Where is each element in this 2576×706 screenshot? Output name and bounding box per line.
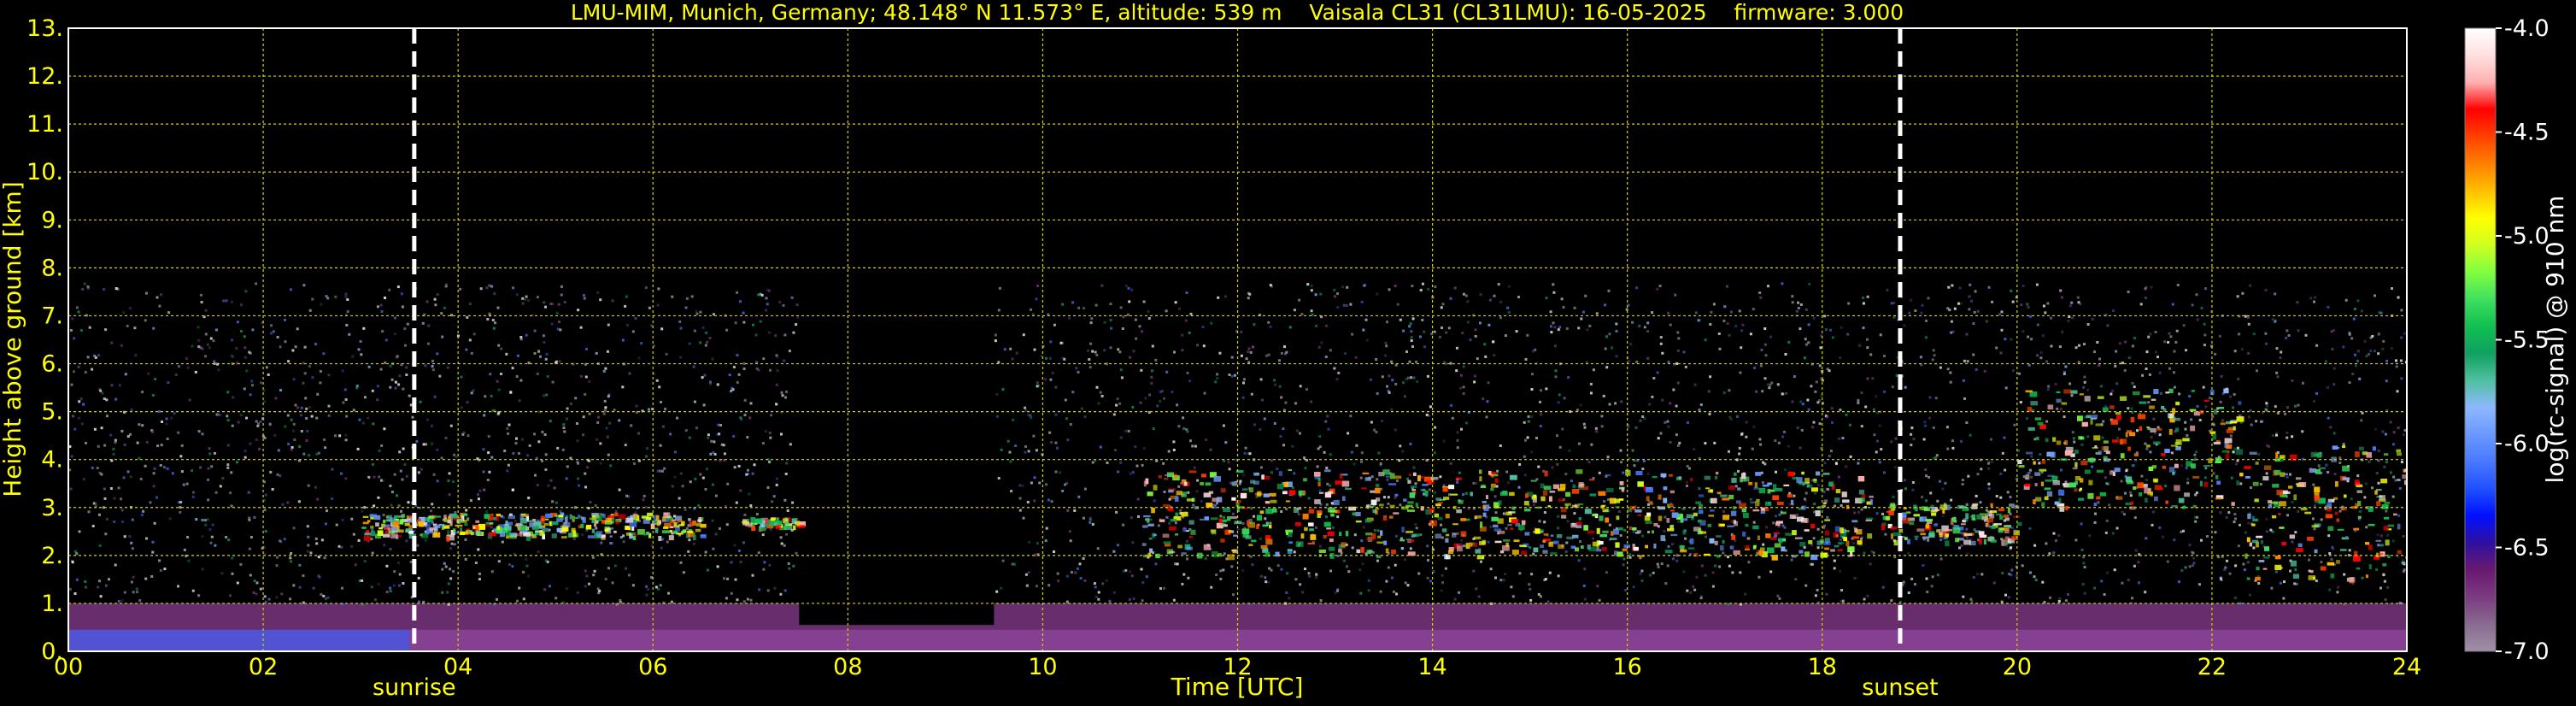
x-tick-label: 14 xyxy=(1417,654,1446,680)
x-tick-label: 04 xyxy=(443,654,472,680)
colorbar-tick-label: -4.5 xyxy=(2504,120,2550,146)
y-tick-label: 6. xyxy=(41,351,63,378)
y-tick-label: 5. xyxy=(41,399,63,426)
x-tick-label: 08 xyxy=(833,654,862,680)
y-tick-label: 9. xyxy=(41,207,63,233)
y-tick-label: 11. xyxy=(26,111,63,138)
ceilometer-chart: LMU-MIM, Munich, Germany; 48.148° N 11.5… xyxy=(0,0,2569,701)
x-tick-label: 20 xyxy=(2003,654,2032,680)
y-tick-label: 7. xyxy=(41,303,63,329)
y-tick-label: 0. xyxy=(41,638,63,665)
y-tick-label: 1. xyxy=(41,591,63,617)
data-gap xyxy=(799,28,995,626)
y-tick-label: 8. xyxy=(41,255,63,281)
y-tick-label: 4. xyxy=(41,447,63,474)
colorbar-tick-label: -4.0 xyxy=(2504,15,2550,42)
colorbar-tick-label: -7.0 xyxy=(2504,638,2550,665)
y-tick-label: 13. xyxy=(26,15,63,42)
event-label: sunset xyxy=(1862,674,1939,701)
x-tick-label: 16 xyxy=(1612,654,1641,680)
y-axis-label: Height above ground [km] xyxy=(0,181,26,497)
colorbar-tick-label: -6.5 xyxy=(2504,535,2550,562)
x-tick-label: 02 xyxy=(249,654,278,680)
y-tick-label: 12. xyxy=(26,63,63,90)
x-tick-label: 10 xyxy=(1028,654,1057,680)
x-tick-label: 22 xyxy=(2198,654,2227,680)
x-tick-label: 18 xyxy=(1808,654,1837,680)
x-tick-label: 06 xyxy=(638,654,667,680)
y-tick-label: 2. xyxy=(41,543,63,569)
colorbar xyxy=(2464,27,2497,652)
chart-title: LMU-MIM, Munich, Germany; 48.148° N 11.5… xyxy=(571,0,1904,25)
y-tick-label: 3. xyxy=(41,495,63,521)
morning-surface-layer xyxy=(68,629,410,651)
x-tick-label: 24 xyxy=(2392,654,2421,680)
y-tick-label: 10. xyxy=(26,159,63,185)
x-axis-label: Time [UTC] xyxy=(1171,673,1304,701)
y-axis-ticks: 0. 1. 2. 3. 4. 5. 6. 7. 8. 9. 10. 11. 12. 13. xyxy=(26,15,63,665)
colorbar-label: log(rc-signal) @ 910 nm xyxy=(2541,196,2569,484)
